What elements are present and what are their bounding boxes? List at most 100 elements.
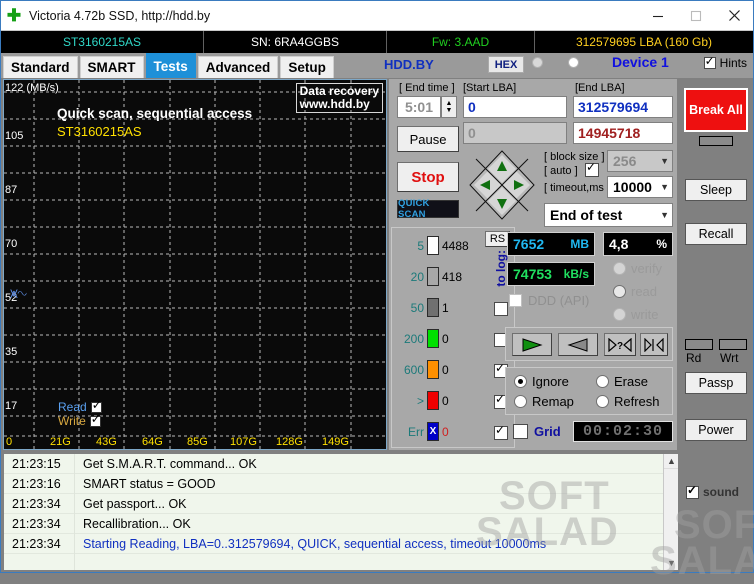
tab-bar: Standard SMART Tests Advanced Setup HDD.…	[1, 53, 753, 78]
api-radio[interactable]	[532, 56, 543, 68]
processed-size-display: 7652 MB	[507, 232, 595, 256]
minimize-icon[interactable]	[639, 1, 677, 30]
action-ignore[interactable]: Ignore	[514, 374, 569, 389]
tab-setup[interactable]: Setup	[280, 56, 334, 78]
hddby-link[interactable]: HDD.BY	[384, 57, 434, 72]
log-row: 21:23:34 Recallibration... OK	[4, 513, 678, 534]
action-refresh[interactable]: Refresh	[596, 394, 660, 409]
log-checkbox-50[interactable]	[494, 302, 508, 316]
to-log-label: to log:	[494, 250, 508, 287]
hints-toggle[interactable]: Hints	[703, 55, 747, 70]
write-radio[interactable]	[613, 308, 626, 321]
tab-tests[interactable]: Tests	[145, 53, 196, 78]
stop-button[interactable]: Stop	[397, 162, 459, 192]
remap-radio[interactable]	[514, 395, 527, 408]
navigation-dpad[interactable]	[468, 149, 536, 221]
log-scrollbar[interactable]: ▲ ▼	[663, 454, 678, 570]
action-remap[interactable]: Remap	[514, 394, 574, 409]
ddd-label: DDD (API)	[528, 293, 590, 308]
power-button[interactable]: Power	[685, 419, 747, 441]
y-tick-5: 35	[5, 346, 18, 358]
api-label: API	[546, 56, 565, 68]
spinner-down-icon[interactable]: ▼	[446, 107, 453, 114]
counter-row-err: Err X 0	[398, 422, 449, 441]
close-icon[interactable]	[715, 1, 753, 30]
processed-size-value: 7652	[513, 236, 545, 252]
write-led	[719, 339, 747, 350]
recall-button[interactable]: Recall	[685, 223, 747, 245]
timeout-select[interactable]: 10000 ▼	[607, 176, 673, 198]
x-tick-0: 0	[6, 436, 13, 448]
wrt-label: Wrt	[720, 351, 739, 365]
verify-radio[interactable]	[613, 262, 626, 275]
tab-smart[interactable]: SMART	[79, 56, 144, 78]
read-radio[interactable]	[613, 285, 626, 298]
pause-button[interactable]: Pause	[397, 126, 459, 152]
remap-label: Remap	[532, 394, 574, 409]
grid-toggle[interactable]: Grid	[513, 424, 561, 439]
counter-count: 0	[442, 362, 449, 377]
tab-standard[interactable]: Standard	[3, 56, 78, 78]
ignore-radio[interactable]	[514, 375, 527, 388]
grid-checkbox[interactable]	[513, 424, 528, 439]
maximize-icon[interactable]	[677, 1, 715, 30]
chevron-down-icon: ▼	[660, 156, 669, 166]
passport-button[interactable]: Passp	[685, 372, 747, 394]
spinner-up-icon[interactable]: ▲	[446, 100, 453, 107]
butterfly-button[interactable]: ?	[604, 333, 636, 356]
chevron-down-icon: ▼	[660, 182, 669, 192]
read-led	[685, 339, 713, 350]
hex-button[interactable]: HEX	[488, 56, 524, 73]
seek-end-button[interactable]	[640, 333, 668, 356]
mode-read[interactable]: read	[613, 284, 657, 299]
auto-checkbox[interactable]	[585, 161, 599, 177]
action-erase[interactable]: Erase	[596, 374, 648, 389]
ddd-checkbox[interactable]	[509, 294, 522, 307]
sleep-button[interactable]: Sleep	[685, 179, 747, 201]
ddd-api-toggle[interactable]: DDD (API)	[509, 293, 589, 308]
counter-swatch	[427, 329, 439, 348]
log-panel[interactable]: 21:23:15 Get S.M.A.R.T. command... OK 21…	[3, 453, 679, 571]
scroll-down-icon[interactable]: ▼	[664, 555, 678, 570]
start-lba-input[interactable]: 0	[463, 96, 567, 118]
mode-write[interactable]: write	[613, 307, 658, 322]
write-legend[interactable]: Write	[58, 413, 101, 429]
mode-verify[interactable]: verify	[613, 261, 662, 276]
sound-checkbox[interactable]	[686, 484, 699, 499]
api-pio-selector[interactable]: API PIO	[532, 56, 601, 68]
log-message: Get passport... OK	[83, 496, 187, 511]
y-tick-1: 105	[5, 130, 24, 142]
read-checkbox[interactable]	[90, 399, 102, 413]
victoria-app-window: ✚ Victoria 4.72b SSD, http://hdd.by ST31…	[0, 0, 754, 583]
break-all-button[interactable]: Break All	[684, 88, 748, 132]
play-reverse-button[interactable]	[558, 333, 598, 356]
play-forward-button[interactable]	[512, 333, 552, 356]
tab-advanced[interactable]: Advanced	[197, 56, 279, 78]
pio-radio[interactable]	[567, 56, 579, 68]
sound-toggle[interactable]: sound	[686, 484, 739, 499]
chevron-down-icon: ▼	[660, 210, 669, 220]
write-checkbox[interactable]	[89, 413, 101, 427]
drive-firmware: Fw: 3.AAD	[387, 31, 535, 53]
data-recovery-promo[interactable]: Data recovery www.hdd.by	[295, 83, 383, 113]
quick-scan-indicator[interactable]: QUICK SCAN	[397, 198, 459, 220]
hints-checkbox[interactable]	[703, 55, 716, 69]
end-lba-input[interactable]: 312579694	[573, 96, 673, 118]
counter-threshold: 200	[403, 331, 424, 346]
erase-radio[interactable]	[596, 375, 609, 388]
counter-swatch	[427, 236, 439, 255]
counter-count: 418	[442, 269, 463, 284]
end-of-test-select[interactable]: End of test ▼	[544, 203, 673, 227]
scroll-up-icon[interactable]: ▲	[664, 454, 678, 469]
scan-graph[interactable]: 122 (MB/s) 105 87 70 52 35 17 ⩙∿ Quick s…	[3, 79, 387, 450]
end-time-spinner[interactable]: ▲ ▼	[441, 96, 457, 118]
x-tick-2: 43G	[96, 436, 117, 448]
refresh-radio[interactable]	[596, 395, 609, 408]
block-size-select[interactable]: 256 ▼	[607, 150, 673, 172]
promo-line-2: www.hdd.by	[299, 97, 370, 111]
counter-swatch	[427, 360, 439, 379]
progress-percent-unit: %	[656, 237, 667, 251]
log-checkbox-err[interactable]	[494, 424, 508, 440]
log-message: Starting Reading, LBA=0..312579694, QUIC…	[83, 536, 547, 551]
right-button-column: Break All Sleep Recall Rd Wrt Passp Powe…	[679, 79, 753, 450]
